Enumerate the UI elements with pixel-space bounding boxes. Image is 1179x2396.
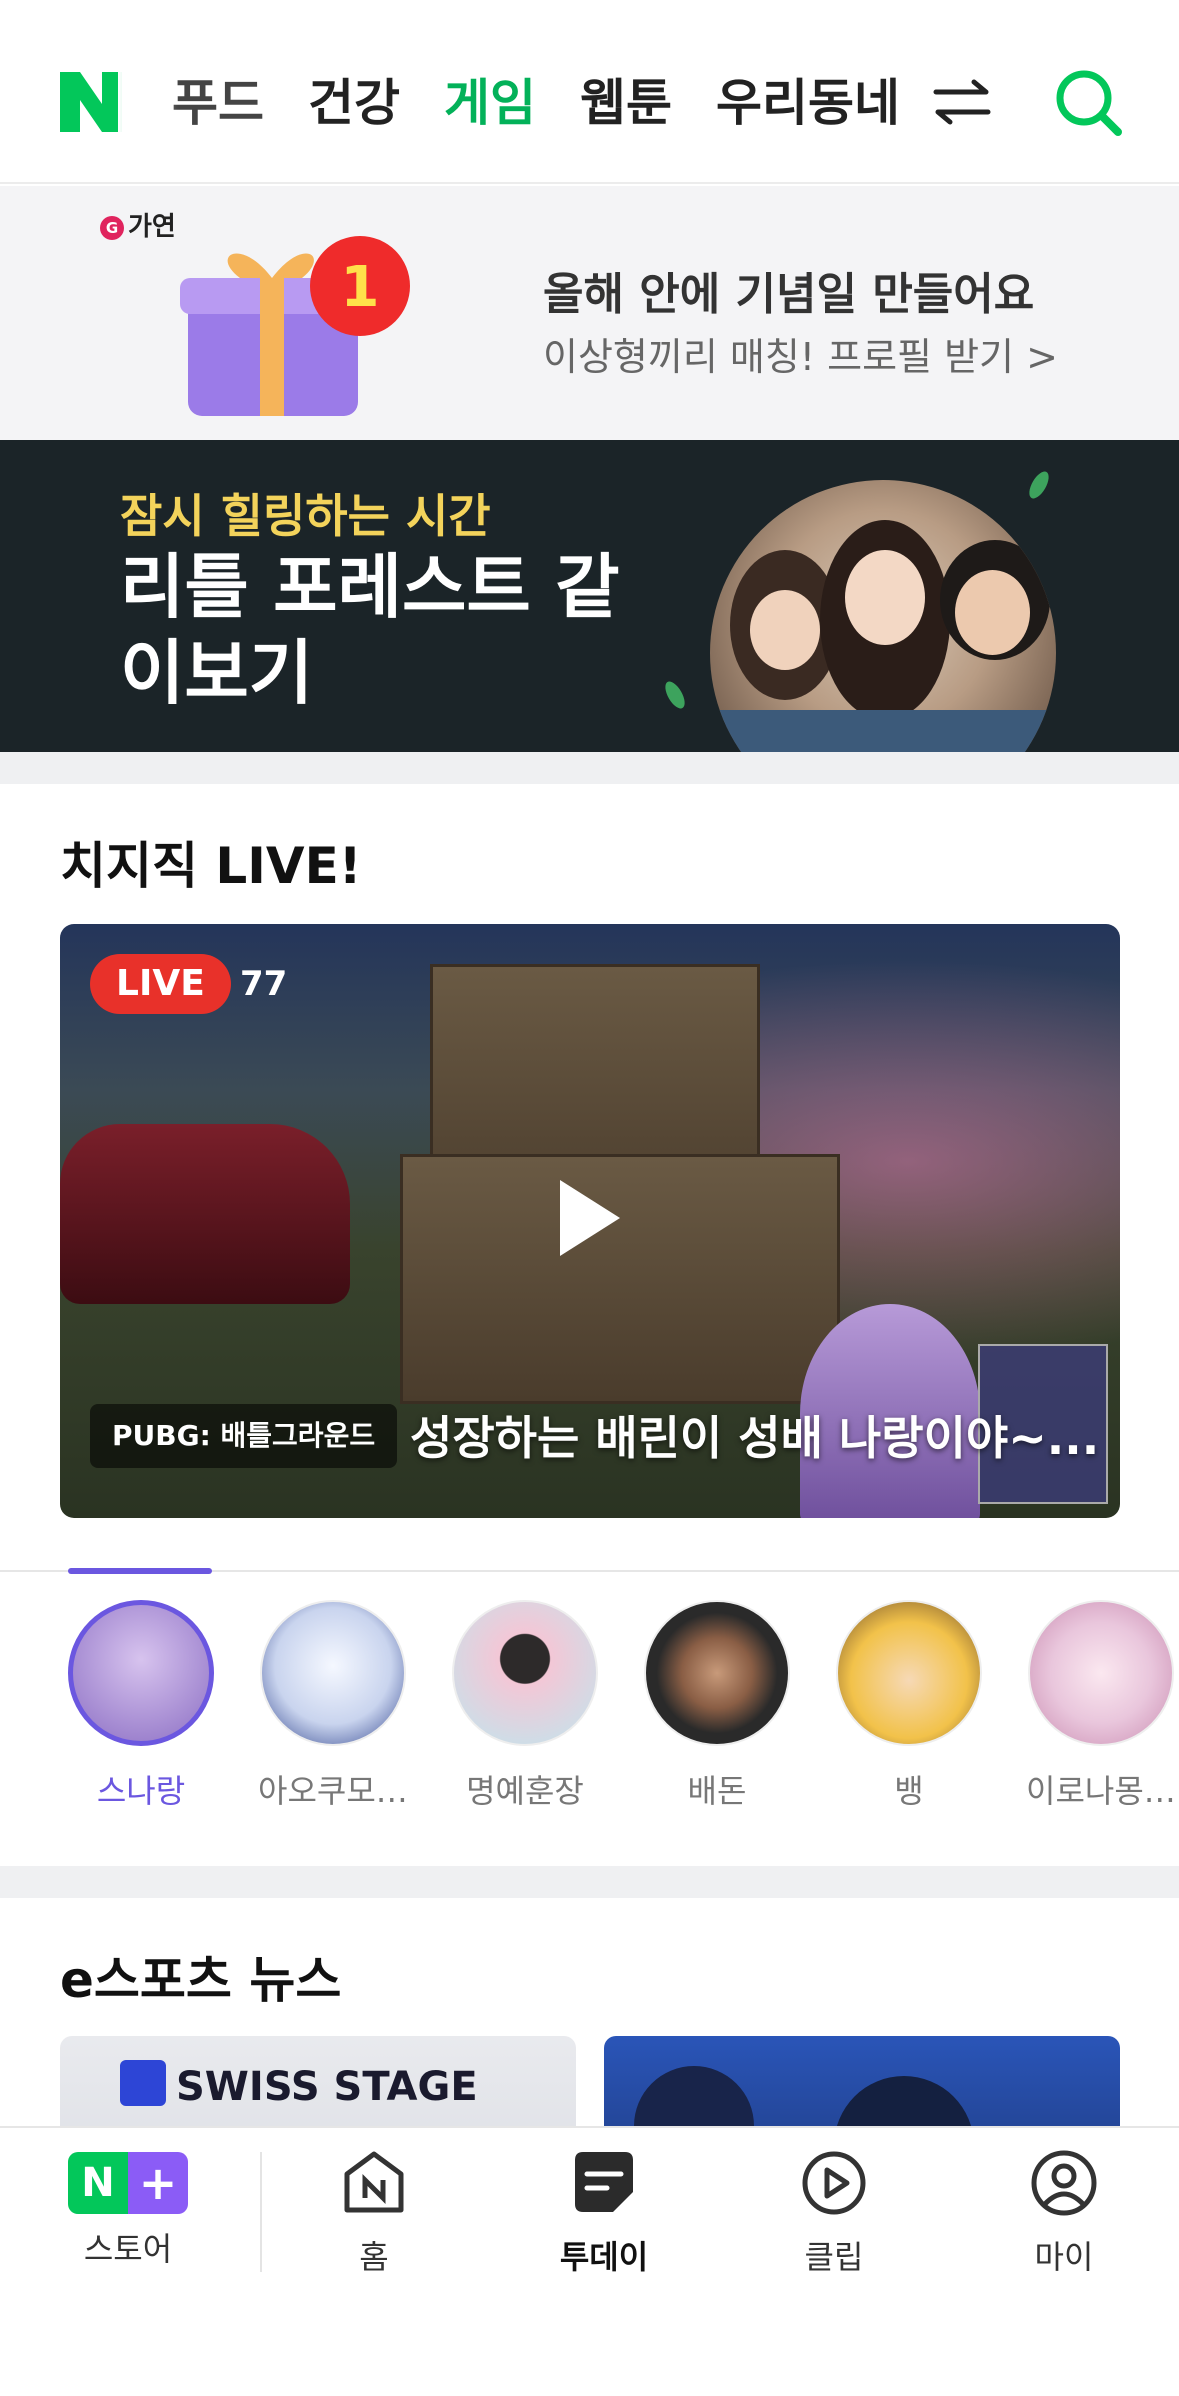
streamer-name: 뱅 — [894, 1772, 924, 1810]
ad-title: 올해 안에 기념일 만들어요 — [543, 269, 1035, 320]
tab-game[interactable]: 게임 — [422, 58, 558, 218]
page: 푸드 건강 게임 웹툰 우리동네 G 가연 1 올해 안에 기념일 만들어요 이… — [0, 0, 1179, 2396]
nav-store[interactable]: N + 스토어 — [38, 2148, 218, 2270]
nav-today[interactable]: 투데이 — [514, 2148, 694, 2278]
live-badge: LIVE — [90, 954, 231, 1014]
streamer-item[interactable]: 이로나몽 ... — [1026, 1600, 1176, 1812]
avatar — [644, 1600, 790, 1746]
tab-neighborhood[interactable]: 우리동네 — [694, 58, 922, 184]
avatar — [68, 1600, 214, 1746]
nav-clip-label: 클립 — [804, 2238, 864, 2276]
streamer-name: 이로나몽 ... — [1026, 1772, 1176, 1810]
streamer-name: 명예훈장 — [466, 1772, 584, 1810]
top-nav: 푸드 건강 게임 웹툰 우리동네 — [0, 0, 1179, 218]
nav-home[interactable]: 홈 — [284, 2148, 464, 2278]
streamer-name: 배돈 — [687, 1772, 747, 1810]
stream-title[interactable]: 성장하는 배린이 성배 나랑이야~... — [410, 1402, 1100, 1468]
streamer-item[interactable]: 아오쿠모 린 — [258, 1600, 408, 1812]
naver-logo[interactable] — [60, 72, 122, 132]
clip-play-icon — [802, 2151, 866, 2215]
streamer-tab-indicator — [68, 1568, 212, 1574]
streamer-name: 스나랑 — [96, 1772, 186, 1810]
movie-banner-title: 리틀 포레스트 같이보기 — [120, 546, 620, 714]
ad-banner[interactable]: G 가연 1 올해 안에 기념일 만들어요 이상형끼리 매칭! 프로필 받기 > — [0, 186, 1179, 440]
section-divider — [0, 1866, 1179, 1898]
category-tabs: 푸드 건강 게임 웹툰 우리동네 — [150, 58, 922, 218]
brand-logo-icon: G — [100, 216, 124, 240]
video-scene-car — [60, 1124, 350, 1304]
live-video-player[interactable]: LIVE 77 PUBG: 배틀그라운드 성장하는 배린이 성배 나랑이야~..… — [60, 924, 1120, 1518]
streamer-item[interactable]: 명예훈장 — [450, 1600, 600, 1812]
tab-health[interactable]: 건강 — [286, 58, 422, 184]
nav-store-label: 스토어 — [83, 2230, 173, 2268]
today-icon — [575, 2152, 633, 2212]
avatar — [836, 1600, 982, 1746]
search-icon[interactable] — [1052, 66, 1124, 138]
game-category-tag[interactable]: PUBG: 배틀그라운드 — [90, 1404, 398, 1468]
esports-section-title: e스포츠 뉴스 — [60, 1951, 342, 2009]
nav-my-label: 마이 — [1034, 2238, 1094, 2276]
ad-brand: G 가연 — [100, 206, 176, 243]
store-icon: N + — [68, 2152, 188, 2214]
home-icon — [344, 2151, 404, 2213]
gift-badge-number: 1 — [341, 255, 380, 320]
movie-banner[interactable]: 잠시 힐링하는 시간 리틀 포레스트 같이보기 — [0, 440, 1179, 752]
nav-clip[interactable]: 클립 — [744, 2148, 924, 2278]
leaf-decoration — [1025, 468, 1053, 502]
worlds-logo-icon — [120, 2060, 166, 2106]
tab-fade-overlay — [118, 60, 178, 150]
gift-box-icon: 1 — [180, 236, 410, 416]
play-icon[interactable] — [560, 1180, 620, 1256]
avatar — [1028, 1600, 1174, 1746]
nav-home-label: 홈 — [359, 2238, 389, 2276]
streamer-item[interactable]: 배돈 — [642, 1600, 792, 1812]
avatar — [260, 1600, 406, 1746]
section-divider — [0, 752, 1179, 784]
profile-icon — [1031, 2150, 1097, 2216]
nav-my[interactable]: 마이 — [974, 2148, 1154, 2278]
avatar — [452, 1600, 598, 1746]
ad-subtitle[interactable]: 이상형끼리 매칭! 프로필 받기 > — [543, 326, 1058, 381]
video-scene-crate — [400, 1154, 840, 1404]
streamer-name: 아오쿠모 린 — [258, 1772, 408, 1810]
movie-banner-subtitle: 잠시 힐링하는 시간 — [120, 489, 491, 543]
nav-today-label: 투데이 — [559, 2238, 649, 2276]
streamer-list: 스나랑 아오쿠모 린 명예훈장 배돈 뱅 이로나몽 ... — [0, 1600, 1179, 1820]
bottom-nav: N + 스토어 홈 투데이 클립 마이 — [0, 2126, 1179, 2396]
streamer-item[interactable]: 스나랑 — [66, 1600, 216, 1812]
viewer-count: 77 — [240, 964, 288, 1004]
movie-poster-image — [710, 480, 1056, 752]
live-section-title: 치지직 LIVE! — [60, 837, 362, 895]
news-card-headline: SWISS STAGE — [176, 2064, 478, 2110]
tab-webtoon[interactable]: 웹툰 — [558, 58, 694, 184]
swap-arrows-icon[interactable] — [930, 70, 994, 134]
nav-divider — [260, 2152, 262, 2272]
ad-brand-name: 가연 — [128, 212, 176, 242]
streamer-item[interactable]: 뱅 — [834, 1600, 984, 1812]
